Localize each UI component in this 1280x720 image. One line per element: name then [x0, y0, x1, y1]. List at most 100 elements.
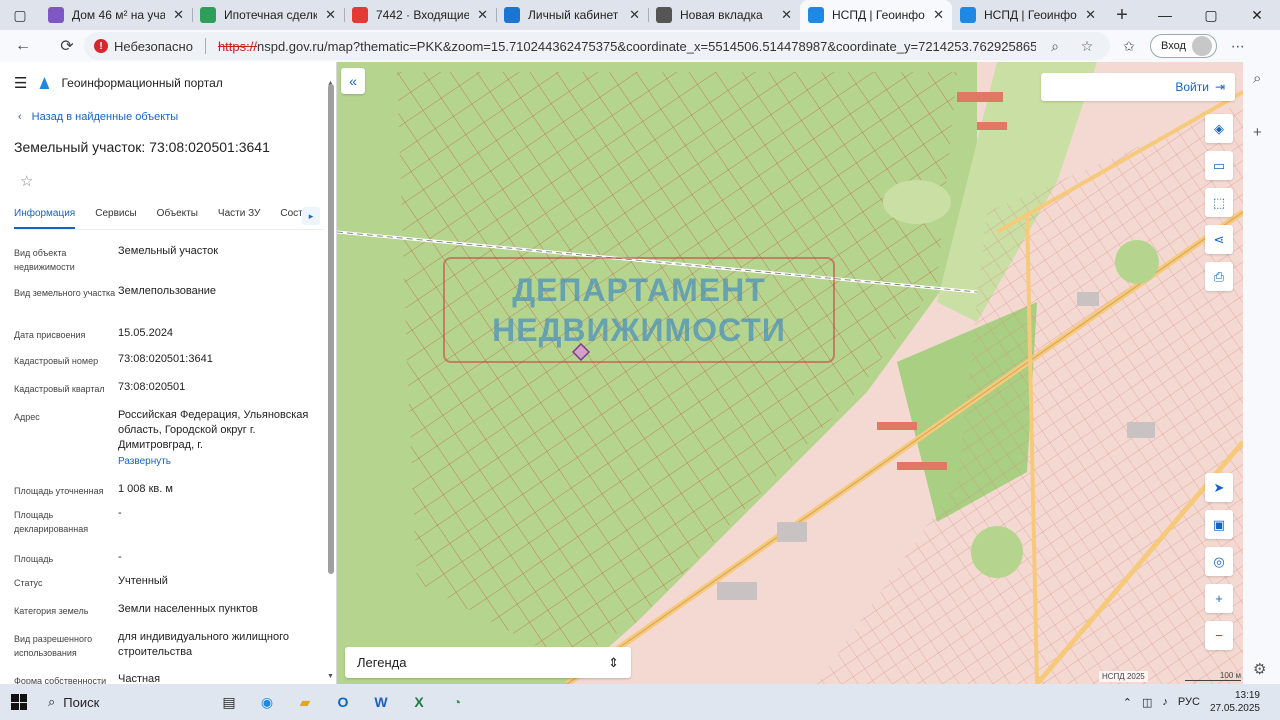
panel-scrollbar[interactable]: ▲ ▼ [327, 80, 334, 680]
search-sidebar-icon[interactable]: ⌕ [1253, 70, 1261, 87]
tab-close-icon[interactable]: ✕ [629, 7, 640, 23]
property-value-text: Землепользование [118, 285, 217, 297]
minimize-icon[interactable]: — [1142, 0, 1188, 30]
ruler-icon[interactable]: ▭ [1205, 151, 1233, 180]
map-login-button[interactable]: Войти ⇥ [1041, 73, 1235, 101]
panel-tab[interactable]: Сервисы [95, 202, 136, 229]
property-row: Категория земель Земли населенных пунктов [14, 602, 324, 618]
property-value-text: Учтенный [118, 575, 168, 587]
whatsapp-icon[interactable]: ◔ [438, 687, 476, 717]
tab-favicon-icon [504, 7, 520, 23]
minimap-icon[interactable]: ▣ [1205, 510, 1233, 539]
tab-close-icon[interactable]: ✕ [173, 7, 184, 23]
back-to-results-link[interactable]: ‹ Назад в найденные объекты [18, 111, 178, 123]
task-view-icon[interactable]: ▤ [210, 687, 248, 717]
start-button[interactable] [0, 694, 38, 710]
new-tab-button[interactable]: + [1104, 0, 1140, 30]
clock-date: 27.05.2025 [1209, 703, 1260, 714]
tab-title: Новая вкладка [680, 8, 763, 22]
favorite-star-icon[interactable]: ☆ [20, 172, 33, 190]
clock[interactable]: 13:19 27.05.2025 [1210, 689, 1260, 715]
volume-icon[interactable]: ♪ [1162, 696, 1168, 708]
property-key: Вид разрешенного использования [14, 634, 93, 658]
file-explorer-icon[interactable]: ▰ [286, 687, 324, 717]
property-key: Статус [14, 578, 43, 588]
profile-button[interactable]: Вход [1150, 34, 1217, 58]
tab-close-icon[interactable]: ✕ [1085, 7, 1096, 23]
word-icon[interactable]: W [362, 687, 400, 717]
tab-actions-icon[interactable]: ▢ [0, 0, 40, 30]
scroll-down-icon[interactable]: ▼ [327, 673, 334, 680]
panel-tab[interactable]: Сост [280, 202, 302, 229]
tab-close-icon[interactable]: ✕ [477, 7, 488, 23]
panel-tab[interactable]: Части ЗУ [218, 202, 260, 229]
tab-close-icon[interactable]: ✕ [781, 7, 792, 23]
property-row: Площадь - [14, 550, 324, 566]
windows-taskbar: ⌕ Поиск ▤ ◉ ▰ O W X ◔ ⌃ ◫ ♪ РУС 13:19 27… [0, 684, 1280, 720]
browser-tab[interactable]: Новая вкладка ✕ [648, 0, 800, 30]
back-arrow-icon[interactable]: ← [8, 37, 38, 55]
settings-gear-icon[interactable]: ⚙ [1253, 660, 1266, 678]
zoom-icon[interactable]: ⌕ [1042, 38, 1068, 55]
scrollbar-thumb[interactable] [328, 84, 334, 574]
url-path: nspd.gov.ru/map?thematic=PKK&zoom=15.710… [256, 38, 1036, 54]
browser-tab[interactable]: НСПД | Геоинформац ✕ [800, 0, 952, 30]
browser-tab[interactable]: Ипотечная сделка, во ✕ [192, 0, 344, 30]
navigate-icon[interactable]: ➤ [1205, 473, 1233, 502]
outlook-icon[interactable]: O [324, 687, 362, 717]
close-window-icon[interactable]: ✕ [1234, 0, 1280, 30]
maximize-icon[interactable]: ▢ [1188, 0, 1234, 30]
tab-title: 7442 · Входящие — Я [376, 8, 470, 22]
collapse-panel-button[interactable]: « [341, 68, 365, 94]
url-text[interactable]: https://nspd.gov.ru/map?thematic=PKK&zoo… [218, 39, 1036, 54]
favorites-icon[interactable]: ✩ [1116, 38, 1142, 55]
browser-tab[interactable]: Личный кабинет ✕ [496, 0, 648, 30]
excel-icon[interactable]: X [400, 687, 438, 717]
reload-icon[interactable]: ⟳ [52, 36, 82, 56]
tab-title: Личный кабинет [528, 8, 619, 22]
tab-close-icon[interactable]: ✕ [933, 7, 944, 23]
zoom-out-icon[interactable]: − [1205, 621, 1233, 650]
print-icon[interactable]: ⎙ [1205, 262, 1233, 291]
tabs-scroll-right-icon[interactable]: ▸ [302, 207, 320, 225]
browser-tab[interactable]: 7442 · Входящие — Я ✕ [344, 0, 496, 30]
tray-chevron-icon[interactable]: ⌃ [1123, 696, 1132, 709]
zoom-in-icon[interactable]: + [1205, 584, 1233, 613]
more-menu-icon[interactable]: ⋯ [1225, 38, 1251, 55]
property-row: Вид земельного участка Землепользование [14, 284, 324, 300]
language-indicator[interactable]: РУС [1178, 696, 1200, 708]
property-value-text: Российская Федерация, Ульяновская област… [118, 409, 309, 451]
add-sidebar-icon[interactable]: + [1253, 124, 1262, 141]
bookmark-star-icon[interactable]: ☆ [1074, 38, 1100, 55]
panel-tab[interactable]: Объекты [157, 202, 198, 229]
panel-tabs: Информация Сервисы Объекты Части ЗУ Сост [14, 202, 324, 230]
chevron-left-icon: ‹ [18, 111, 22, 123]
taskbar-search-label: Поиск [63, 694, 100, 710]
property-key: Форма собственности [14, 676, 107, 684]
layers-icon[interactable]: ◈ [1205, 114, 1233, 143]
browser-tab[interactable]: Дом 46 м² на участке ✕ [40, 0, 192, 30]
omnibox[interactable]: ! Небезопасно https://nspd.gov.ru/map?th… [84, 32, 1110, 60]
expand-address-link[interactable]: Развернуть [118, 454, 324, 469]
network-icon[interactable]: ◫ [1142, 696, 1152, 709]
legend-toggle[interactable]: Легенда ⇕ [345, 647, 631, 678]
select-area-icon[interactable]: ⬚ [1205, 188, 1233, 217]
share-icon[interactable]: ⋖ [1205, 225, 1233, 254]
url-protocol: https:// [217, 38, 257, 54]
tab-favicon-icon [48, 7, 64, 23]
property-key: Площадь [14, 554, 54, 564]
browser-tab-strip: ▢ Дом 46 м² на участке✕Ипотечная сделка,… [0, 0, 1280, 30]
profile-label: Вход [1161, 40, 1186, 52]
tab-close-icon[interactable]: ✕ [325, 7, 336, 23]
browser-tab[interactable]: НСПД | Геоинформац ✕ [952, 0, 1104, 30]
property-value: - [118, 550, 324, 566]
property-row: Площадь уточненная 1 008 кв. м [14, 482, 324, 498]
map-scale: 100 м [1185, 671, 1241, 681]
locate-icon[interactable]: ◎ [1205, 547, 1233, 576]
panel-tab[interactable]: Информация [14, 202, 76, 229]
taskbar-search[interactable]: ⌕ Поиск [38, 694, 158, 710]
edge-icon[interactable]: ◉ [248, 687, 286, 717]
property-value-text: Частная [118, 673, 161, 684]
map-canvas[interactable]: ДЕПАРТАМЕНТ НЕДВИЖИМОСТИ « Войти ⇥ ◈ ▭ ⬚… [337, 62, 1243, 684]
menu-icon[interactable]: ☰ [14, 74, 27, 92]
